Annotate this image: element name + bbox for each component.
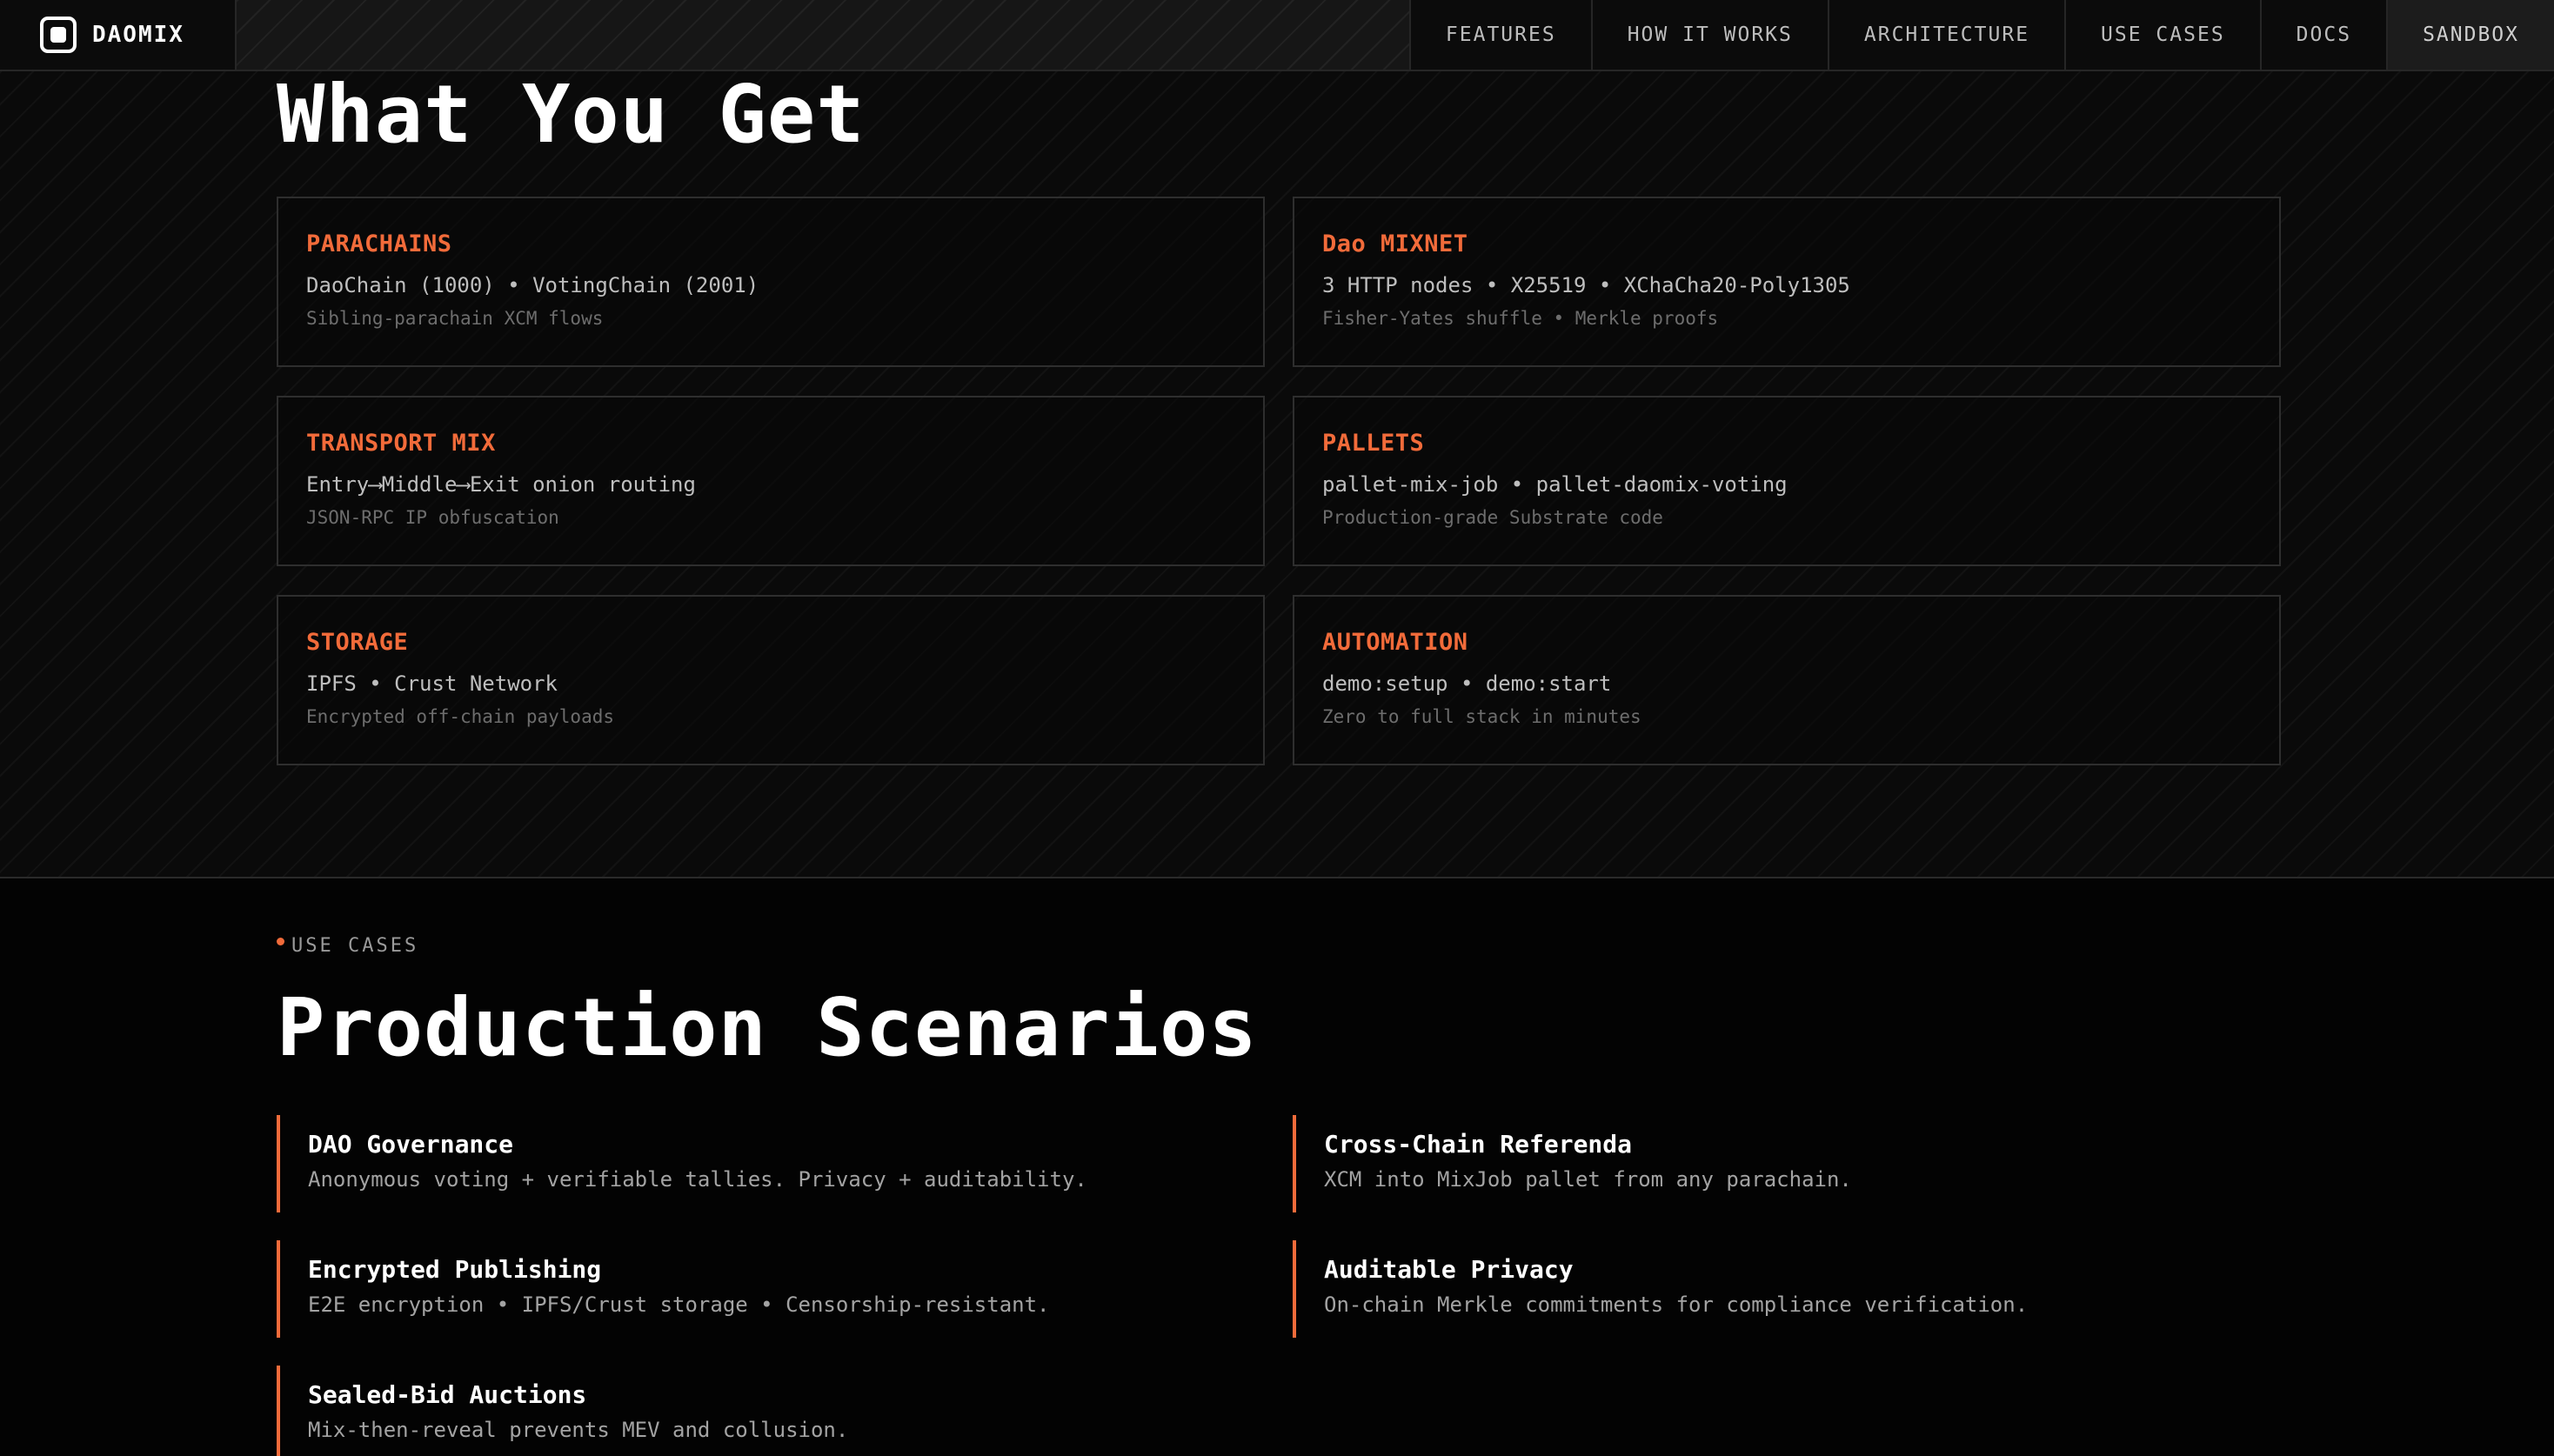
- feature-card-mixnet: Dao MIXNET 3 HTTP nodes • X25519 • XChaC…: [1293, 197, 2281, 367]
- features-section: What You Get PARACHAINS DaoChain (1000) …: [0, 71, 2554, 878]
- feature-card-sub: Zero to full stack in minutes: [1322, 706, 1641, 727]
- use-case-desc: Anonymous voting + verifiable tallies. P…: [308, 1167, 1087, 1192]
- feature-card-title: Dao MIXNET: [1322, 230, 1468, 257]
- nav-link-docs[interactable]: DOCS: [2261, 0, 2389, 70]
- use-case-item: Encrypted Publishing E2E encryption • IP…: [277, 1240, 1234, 1338]
- feature-card-line: demo:setup • demo:start: [1322, 671, 1612, 696]
- use-cases-eyebrow: USE CASES: [277, 935, 418, 957]
- feature-card-transport-mix: TRANSPORT MIX Entry⟶Middle⟶Exit onion ro…: [277, 396, 1265, 566]
- feature-card-title: PARACHAINS: [306, 230, 452, 257]
- feature-card-line: IPFS • Crust Network: [306, 671, 558, 696]
- use-case-item: Sealed-Bid Auctions Mix-then-reveal prev…: [277, 1366, 1234, 1456]
- nav-link-architecture[interactable]: ARCHITECTURE: [1829, 0, 2067, 70]
- top-nav: DAOMIX FEATURES HOW IT WORKS ARCHITECTUR…: [0, 0, 2554, 71]
- feature-card-sub: Production-grade Substrate code: [1322, 507, 1663, 528]
- feature-card-sub: Fisher-Yates shuffle • Merkle proofs: [1322, 308, 1719, 329]
- feature-card-sub: JSON-RPC IP obfuscation: [306, 507, 559, 528]
- feature-card-line: Entry⟶Middle⟶Exit onion routing: [306, 472, 696, 497]
- use-case-item: DAO Governance Anonymous voting + verifi…: [277, 1115, 1234, 1212]
- feature-card-storage: STORAGE IPFS • Crust Network Encrypted o…: [277, 595, 1265, 765]
- eyebrow-label: USE CASES: [291, 935, 419, 957]
- brand-name: DAOMIX: [92, 22, 184, 48]
- use-case-title: Cross-Chain Referenda: [1324, 1130, 1633, 1159]
- feature-card-pallets: PALLETS pallet-mix-job • pallet-daomix-v…: [1293, 396, 2281, 566]
- logo-icon: [40, 17, 77, 53]
- feature-card-title: AUTOMATION: [1322, 629, 1468, 656]
- nav-link-use-cases[interactable]: USE CASES: [2066, 0, 2262, 70]
- use-case-desc: XCM into MixJob pallet from any parachai…: [1324, 1167, 1852, 1192]
- brand-logo[interactable]: DAOMIX: [0, 0, 237, 70]
- nav-links: FEATURES HOW IT WORKS ARCHITECTURE USE C…: [1410, 0, 2554, 70]
- page: DAOMIX FEATURES HOW IT WORKS ARCHITECTUR…: [0, 0, 2554, 1456]
- use-case-item: Cross-Chain Referenda XCM into MixJob pa…: [1293, 1115, 2250, 1212]
- feature-card-title: TRANSPORT MIX: [306, 430, 496, 457]
- use-cases-title: Production Scenarios: [277, 981, 1258, 1074]
- use-case-title: Auditable Privacy: [1324, 1255, 1574, 1284]
- use-case-desc: Mix-then-reveal prevents MEV and collusi…: [308, 1418, 849, 1442]
- feature-card-sub: Encrypted off-chain payloads: [306, 706, 615, 727]
- accent-dot-icon: [277, 938, 284, 945]
- use-case-title: Sealed-Bid Auctions: [308, 1380, 587, 1409]
- nav-link-features[interactable]: FEATURES: [1410, 0, 1593, 70]
- feature-card-title: STORAGE: [306, 629, 409, 656]
- use-case-desc: E2E encryption • IPFS/Crust storage • Ce…: [308, 1292, 1050, 1317]
- nav-link-how-it-works[interactable]: HOW IT WORKS: [1592, 0, 1829, 70]
- feature-card-line: 3 HTTP nodes • X25519 • XChaCha20-Poly13…: [1322, 273, 1850, 297]
- feature-card-title: PALLETS: [1322, 430, 1425, 457]
- feature-card-line: pallet-mix-job • pallet-daomix-voting: [1322, 472, 1788, 497]
- use-case-desc: On-chain Merkle commitments for complian…: [1324, 1292, 2029, 1317]
- feature-card-automation: AUTOMATION demo:setup • demo:start Zero …: [1293, 595, 2281, 765]
- feature-card-line: DaoChain (1000) • VotingChain (2001): [306, 273, 759, 297]
- use-cases-section: USE CASES Production Scenarios DAO Gover…: [0, 878, 2554, 1456]
- features-title: What You Get: [277, 68, 866, 161]
- use-case-item: Auditable Privacy On-chain Merkle commit…: [1293, 1240, 2250, 1338]
- nav-link-sandbox[interactable]: SANDBOX: [2388, 0, 2554, 70]
- nav-spacer: [237, 0, 1411, 70]
- feature-card-sub: Sibling-parachain XCM flows: [306, 308, 604, 329]
- use-case-title: DAO Governance: [308, 1130, 514, 1159]
- feature-card-parachains: PARACHAINS DaoChain (1000) • VotingChain…: [277, 197, 1265, 367]
- use-case-title: Encrypted Publishing: [308, 1255, 602, 1284]
